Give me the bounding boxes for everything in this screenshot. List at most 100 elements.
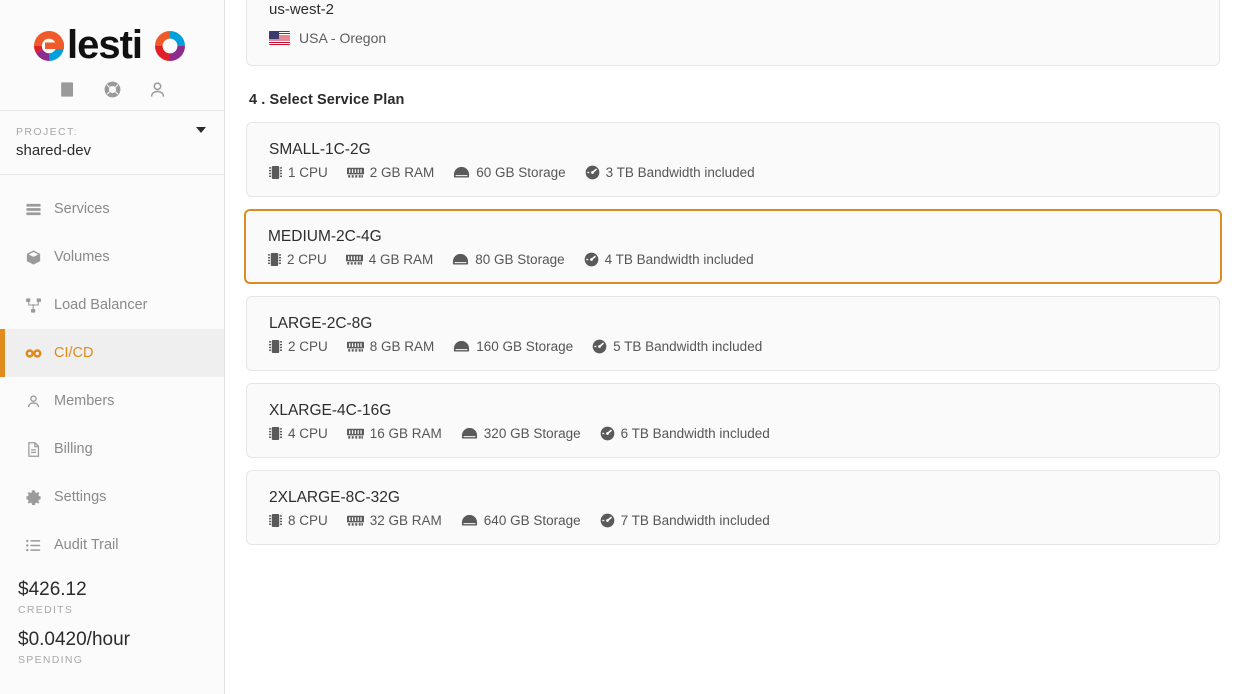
plan-name: XLARGE-4C-16G — [269, 402, 392, 419]
services-icon — [23, 199, 43, 219]
plan-name: 2XLARGE-8C-32G — [269, 489, 400, 506]
spec-bandwidth-label: 5 TB Bandwidth included — [613, 339, 763, 354]
sidebar-item-members[interactable]: Members — [0, 377, 224, 425]
spec-ram: 8 GB RAM — [346, 339, 435, 354]
cpu-chip-icon — [269, 339, 282, 354]
sidebar-item-volumes[interactable]: Volumes — [0, 233, 224, 281]
credits-label: CREDITS — [18, 604, 74, 616]
plan-specs: 1 CPU 2 GB RAM 60 GB Storage 3 TB Bandwi… — [269, 165, 1197, 180]
plan-specs: 4 CPU 16 GB RAM 320 GB Storage 6 TB Band… — [269, 426, 1197, 441]
cpu-chip-icon — [269, 426, 282, 441]
spec-storage: 320 GB Storage — [461, 426, 581, 441]
spending-amount: $0.0420/hour — [18, 629, 130, 650]
ram-memory-icon — [346, 514, 364, 527]
ram-memory-icon — [346, 427, 364, 440]
spec-ram-label: 16 GB RAM — [369, 426, 442, 441]
ram-memory-icon — [345, 253, 363, 266]
spec-ram: 32 GB RAM — [346, 513, 442, 528]
ram-memory-icon — [346, 340, 364, 353]
region-location: USA - Oregon — [269, 30, 1197, 46]
project-selector[interactable]: PROJECT: shared-dev — [0, 110, 224, 175]
plan-specs: 2 CPU — [268, 252, 1198, 267]
storage-drive-icon — [452, 253, 469, 266]
plan-card-2xlarge[interactable]: 2XLARGE-8C-32G 8 CPU 32 GB RAM 640 GB St… — [246, 470, 1220, 545]
spec-storage-label: 60 GB Storage — [476, 165, 566, 180]
spec-cpu: 2 CPU — [269, 339, 328, 354]
sidebar-item-label: Services — [54, 201, 110, 217]
spec-ram: 2 GB RAM — [346, 165, 434, 180]
spec-storage-label: 160 GB Storage — [476, 339, 574, 354]
project-name: shared-dev — [16, 142, 92, 159]
spec-ram: 16 GB RAM — [346, 426, 442, 441]
sidebar-item-label: Billing — [54, 441, 93, 457]
spec-ram: 4 GB RAM — [345, 252, 433, 267]
speedometer-icon — [600, 426, 615, 441]
speedometer-icon — [600, 513, 615, 528]
service-creation-wizard: us-west-2 USA - Oregon 4 . Select Servic… — [225, 0, 1255, 545]
plan-card-medium[interactable]: MEDIUM-2C-4G 2 CPU 4 GB RAM 80 GB Storag… — [244, 209, 1222, 284]
chevron-down-icon[interactable] — [196, 127, 206, 133]
plan-card-large[interactable]: LARGE-2C-8G 2 CPU 8 GB RAM 160 GB Storag… — [246, 296, 1220, 371]
members-icon — [23, 391, 43, 411]
main-content: us-west-2 USA - Oregon 4 . Select Servic… — [225, 0, 1255, 694]
storage-drive-icon — [461, 514, 478, 527]
sidebar-item-label: CI/CD — [54, 345, 94, 361]
elestio-logo-svg: lesti — [34, 23, 185, 66]
speedometer-icon — [592, 339, 607, 354]
spec-ram-label: 8 GB RAM — [369, 339, 435, 354]
plan-card-small[interactable]: SMALL-1C-2G 1 CPU 2 GB RAM 60 GB Storage… — [246, 122, 1220, 197]
volumes-icon — [23, 247, 43, 267]
spec-bandwidth-label: 3 TB Bandwidth included — [605, 165, 755, 180]
spending-label: SPENDING — [18, 654, 84, 666]
sidebar-item-billing[interactable]: Billing — [0, 425, 224, 473]
audit-trail-icon — [23, 535, 43, 555]
billing-icon — [23, 439, 43, 459]
storage-drive-icon — [453, 340, 470, 353]
storage-drive-icon — [453, 166, 470, 179]
account-icon[interactable] — [148, 80, 167, 99]
spec-bandwidth: 5 TB Bandwidth included — [592, 339, 762, 354]
sidebar-item-label: Volumes — [54, 249, 110, 265]
spec-cpu: 2 CPU — [268, 252, 327, 267]
spec-ram-label: 32 GB RAM — [369, 513, 442, 528]
sidebar-item-cicd[interactable]: CI/CD — [0, 329, 224, 377]
plan-specs: 2 CPU — [269, 339, 1197, 354]
plan-card-xlarge[interactable]: XLARGE-4C-16G 4 CPU 16 GB RAM 320 GB Sto… — [246, 383, 1220, 458]
sidebar-item-label: Audit Trail — [54, 537, 119, 553]
spec-cpu: 8 CPU — [269, 513, 328, 528]
spec-storage: 160 GB Storage — [453, 339, 573, 354]
load-balancer-icon — [23, 295, 43, 315]
elestio-logo: lesti — [27, 15, 197, 67]
settings-gear-icon — [23, 487, 43, 507]
spec-cpu-label: 8 CPU — [288, 513, 328, 528]
selected-region-card[interactable]: us-west-2 USA - Oregon — [246, 0, 1220, 66]
docs-icon[interactable] — [58, 80, 77, 99]
brand-logo[interactable]: lesti — [0, 0, 224, 75]
spec-bandwidth-label: 4 TB Bandwidth included — [604, 252, 754, 267]
spec-cpu: 1 CPU — [269, 165, 328, 180]
plan-specs: 8 CPU 32 GB RAM 640 GB Storage 7 TB Band… — [269, 513, 1197, 528]
sidebar-item-audit-trail[interactable]: Audit Trail — [0, 521, 224, 569]
sidebar-item-label: Members — [54, 393, 115, 409]
plan-name: LARGE-2C-8G — [269, 315, 373, 332]
spec-bandwidth: 7 TB Bandwidth included — [600, 513, 770, 528]
sidebar-item-settings[interactable]: Settings — [0, 473, 224, 521]
sidebar-utility-icons — [0, 75, 224, 110]
sidebar-item-services[interactable]: Services — [0, 185, 224, 233]
svg-text:lesti: lesti — [67, 23, 142, 66]
spec-bandwidth: 4 TB Bandwidth included — [584, 252, 754, 267]
sidebar: lesti PROJECT: shared-dev Services Volum… — [0, 0, 225, 694]
sidebar-item-load-balancer[interactable]: Load Balancer — [0, 281, 224, 329]
region-location-label: USA - Oregon — [299, 30, 387, 46]
region-name: us-west-2 — [269, 1, 335, 18]
spec-storage-label: 640 GB Storage — [483, 513, 581, 528]
spec-bandwidth-label: 7 TB Bandwidth included — [620, 513, 770, 528]
cpu-chip-icon — [269, 165, 282, 180]
spec-storage: 640 GB Storage — [461, 513, 581, 528]
plan-name: SMALL-1C-2G — [269, 141, 371, 158]
spec-cpu-label: 4 CPU — [288, 426, 328, 441]
cpu-chip-icon — [269, 513, 282, 528]
us-flag-icon — [269, 31, 290, 45]
storage-drive-icon — [461, 427, 478, 440]
support-icon[interactable] — [103, 80, 122, 99]
